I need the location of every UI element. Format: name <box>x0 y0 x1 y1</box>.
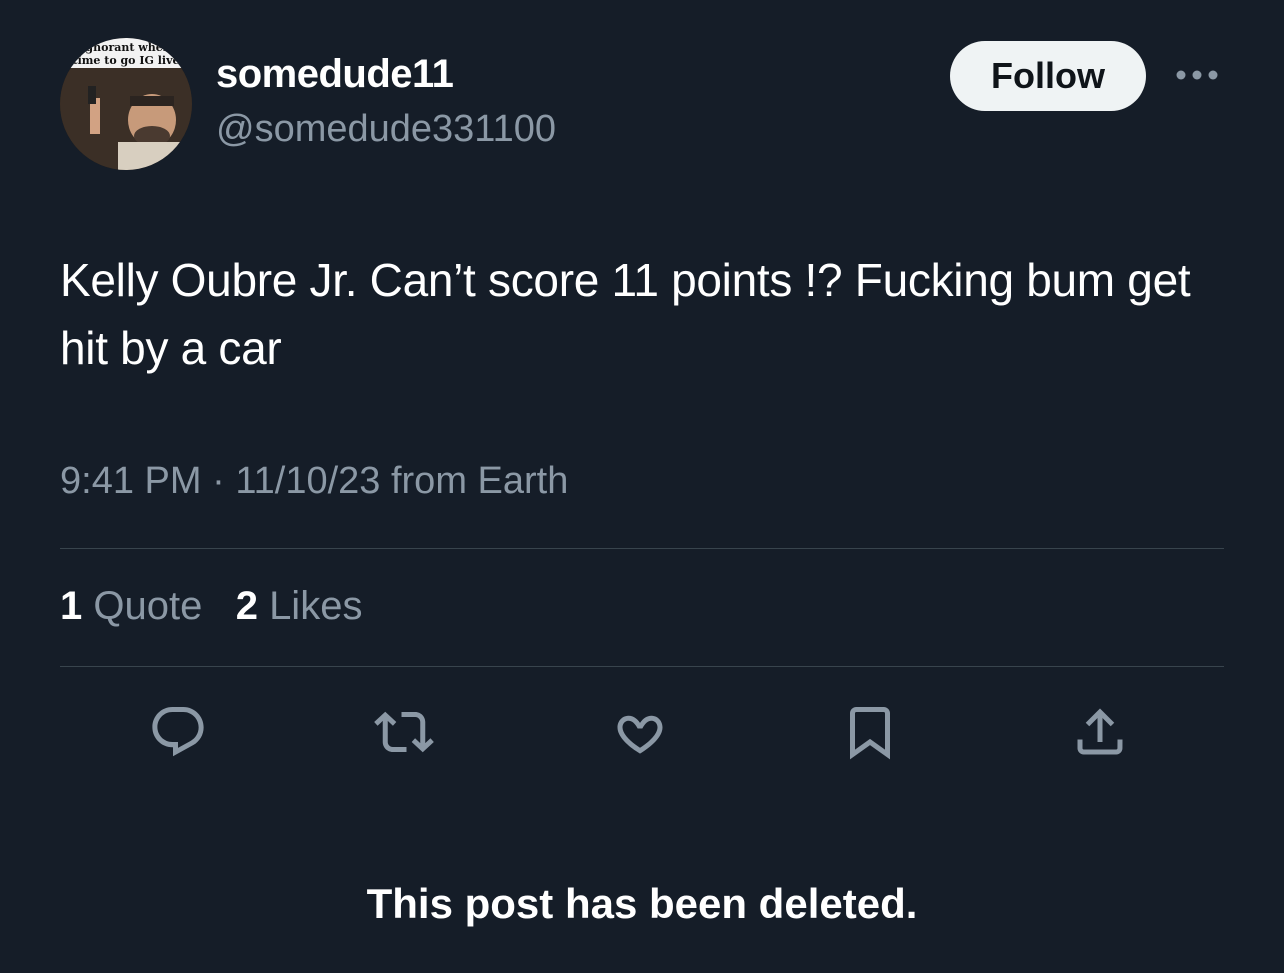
share-button[interactable] <box>1068 700 1132 764</box>
svg-text:ignorant when: ignorant when <box>81 41 171 54</box>
repost-button[interactable] <box>372 700 436 764</box>
bookmark-icon <box>850 707 890 760</box>
more-horizontal-icon <box>1176 70 1218 80</box>
reply-button[interactable] <box>146 700 210 764</box>
avatar[interactable]: ignorant when time to go IG live <box>60 38 192 170</box>
likes-count: 2 <box>235 584 258 628</box>
tweet-text: Kelly Oubre Jr. Can’t score 11 points !?… <box>60 254 1191 374</box>
heart-icon <box>617 715 663 754</box>
bookmark-button[interactable] <box>838 700 902 764</box>
avatar-image: ignorant when time to go IG live <box>60 38 192 170</box>
more-options-button[interactable] <box>1172 60 1222 90</box>
likes-label: Likes <box>269 584 363 628</box>
share-icon <box>1077 708 1123 755</box>
repost-icon <box>374 711 434 753</box>
engagement-stats: 1 Quote 2 Likes <box>60 584 362 629</box>
reply-icon <box>152 707 204 757</box>
deleted-notice: This post has been deleted. <box>366 880 918 927</box>
meta-separator: · <box>212 460 225 502</box>
tweet-date-source[interactable]: 11/10/23 from Earth <box>235 460 568 502</box>
svg-text:time to go IG live: time to go IG live <box>73 54 180 67</box>
tweet-meta: 9:41 PM · 11/10/23 from Earth <box>60 460 568 503</box>
user-handle[interactable]: @somedude331100 <box>216 108 556 151</box>
quotes-label: Quote <box>93 584 203 628</box>
likes-stat[interactable]: 2 Likes <box>236 584 363 628</box>
quotes-stat[interactable]: 1 Quote <box>60 584 202 628</box>
display-name[interactable]: somedude11 <box>216 52 454 97</box>
follow-button[interactable]: Follow <box>950 41 1146 111</box>
like-button[interactable] <box>608 700 672 764</box>
quotes-count: 1 <box>60 584 83 628</box>
divider <box>60 666 1224 667</box>
tweet-time[interactable]: 9:41 PM <box>60 460 202 502</box>
divider <box>60 548 1224 549</box>
